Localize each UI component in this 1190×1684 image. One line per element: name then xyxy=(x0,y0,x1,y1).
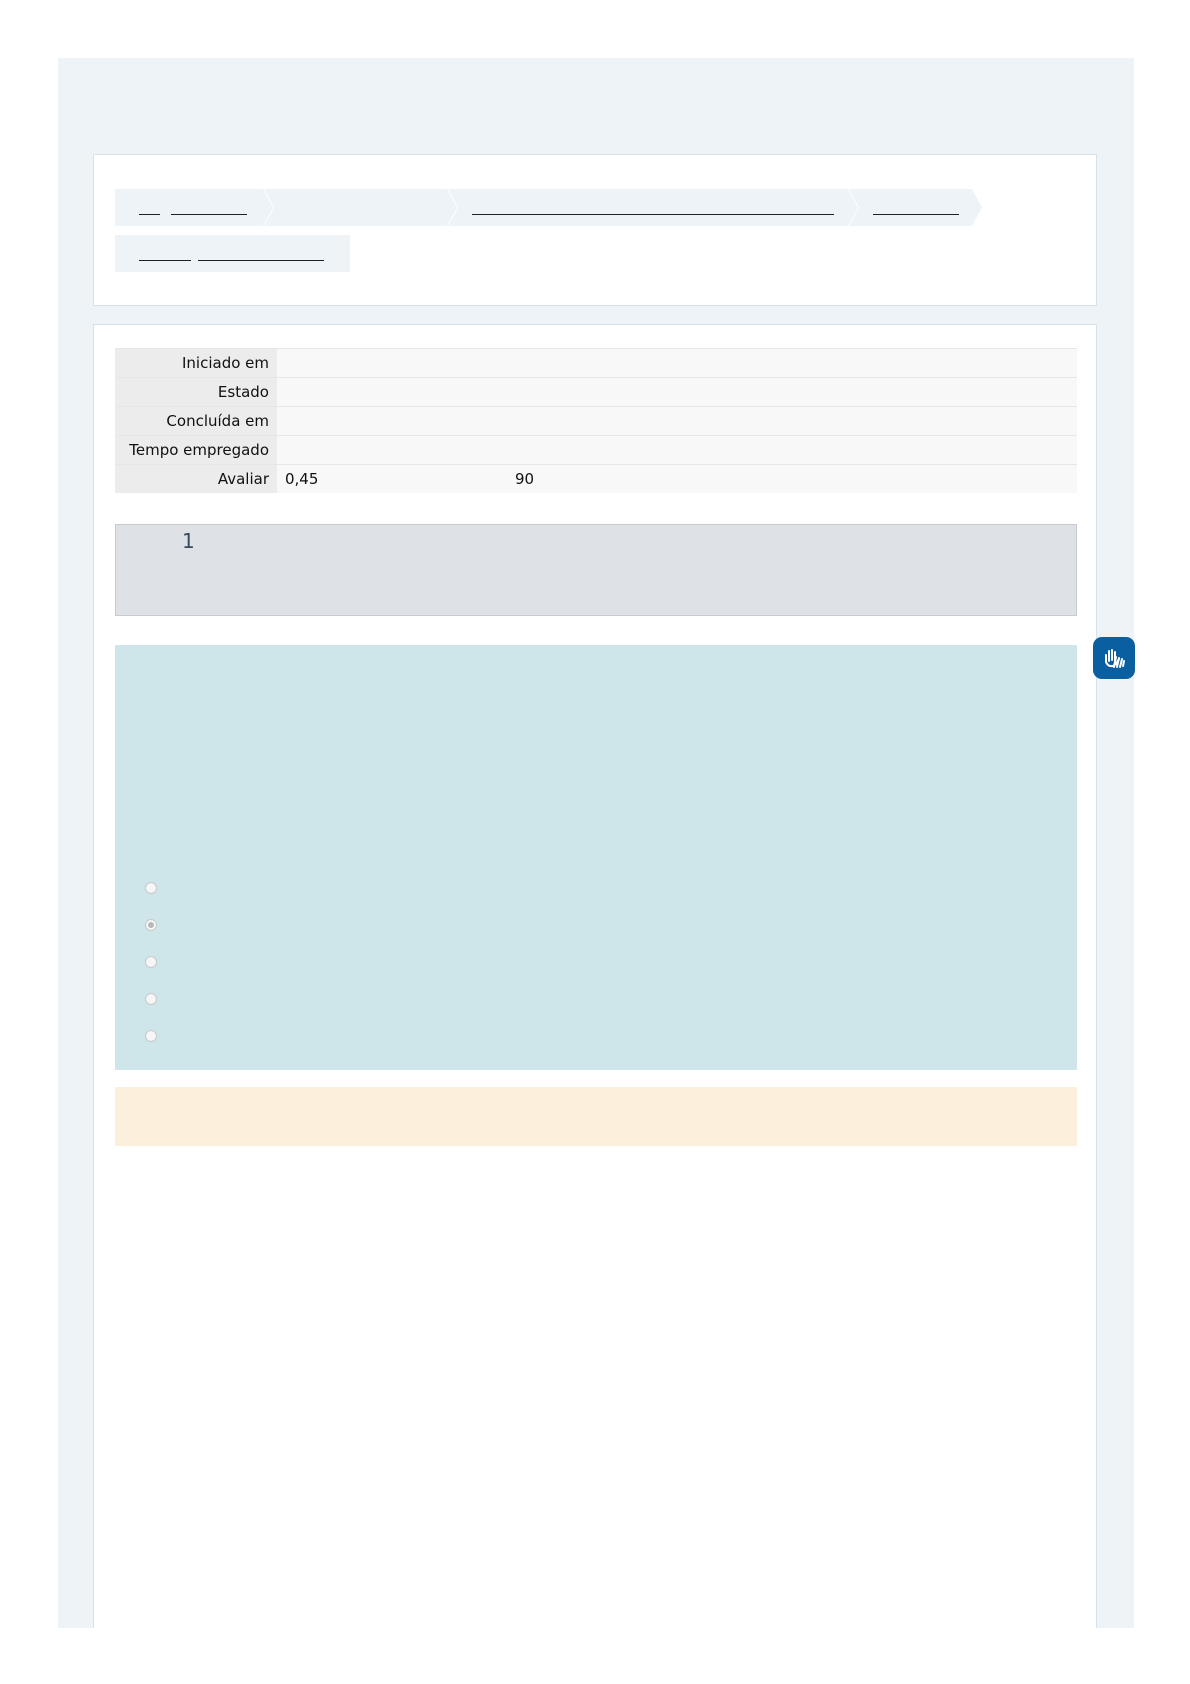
summary-value xyxy=(277,406,1077,436)
summary-label: Concluída em xyxy=(115,406,277,436)
answer-option-radio[interactable] xyxy=(145,956,157,968)
summary-label: Avaliar xyxy=(115,464,277,493)
sign-language-hands-icon xyxy=(1105,649,1125,668)
summary-row-started: Iniciado em xyxy=(115,348,1077,378)
question-number: 1 xyxy=(182,529,195,553)
attempt-summary-table: Iniciado em Estado Concluída em Tempo em… xyxy=(115,348,1077,493)
breadcrumb-item-section[interactable] xyxy=(849,189,982,226)
grade-value: 0,45 xyxy=(285,470,319,488)
answer-option-radio[interactable] xyxy=(145,919,157,931)
summary-label: Iniciado em xyxy=(115,348,277,378)
summary-label: Estado xyxy=(115,377,277,407)
quiz-review-region: Iniciado em Estado Concluída em Tempo em… xyxy=(93,324,1097,1628)
grade-cell: 0,45 90 xyxy=(277,464,1077,493)
summary-row-time-taken: Tempo empregado xyxy=(115,435,1077,465)
breadcrumb-item-quiz[interactable] xyxy=(115,235,350,272)
breadcrumb-item-home[interactable] xyxy=(115,189,273,226)
question-content-box xyxy=(115,645,1077,1070)
answer-option-radio[interactable] xyxy=(145,882,157,894)
breadcrumb-item-course[interactable] xyxy=(448,189,858,226)
question-feedback-box xyxy=(115,1087,1077,1146)
summary-value xyxy=(277,348,1077,378)
breadcrumb-card xyxy=(93,154,1097,306)
summary-value xyxy=(277,435,1077,465)
breadcrumb-item-category[interactable] xyxy=(264,189,457,226)
summary-row-grade: Avaliar 0,45 90 xyxy=(115,464,1077,493)
grade-max: 90 xyxy=(515,470,535,488)
page-background: Iniciado em Estado Concluída em Tempo em… xyxy=(58,58,1134,1628)
answer-option-radio[interactable] xyxy=(145,1030,157,1042)
summary-label: Tempo empregado xyxy=(115,435,277,465)
summary-row-completed: Concluída em xyxy=(115,406,1077,436)
accessibility-widget-button[interactable] xyxy=(1093,637,1135,679)
question-info-box: 1 xyxy=(115,524,1077,616)
summary-row-state: Estado xyxy=(115,377,1077,407)
summary-value xyxy=(277,377,1077,407)
answer-option-radio[interactable] xyxy=(145,993,157,1005)
